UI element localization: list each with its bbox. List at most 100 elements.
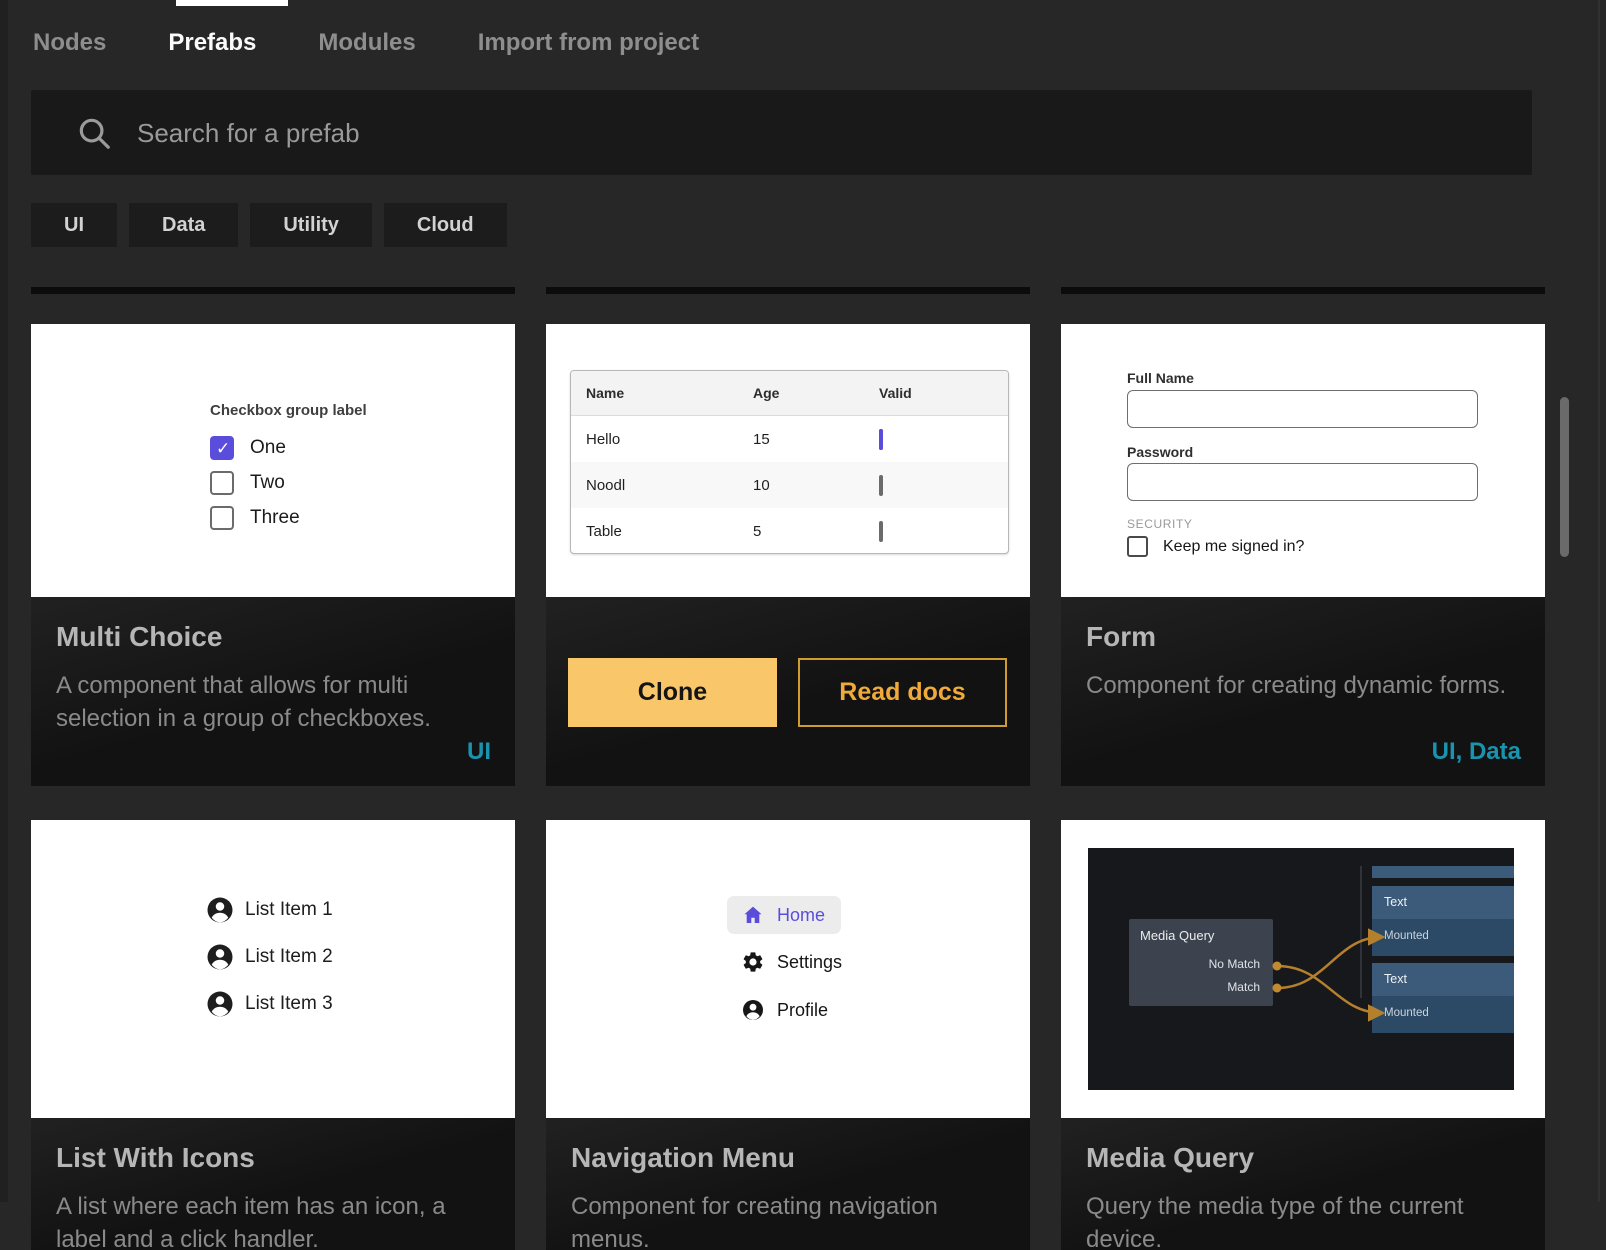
- preview-table: Name Age Valid Hello 15 Noodl 10 Table 5: [570, 370, 1009, 554]
- tab-import-from-project[interactable]: Import from project: [478, 29, 699, 57]
- nav-item-home[interactable]: Home: [727, 896, 841, 934]
- prefab-card-form[interactable]: Full Name Password SECURITY Keep me sign…: [1061, 324, 1545, 786]
- list-item: List Item 2: [205, 942, 333, 972]
- nav-item-settings[interactable]: Settings: [741, 949, 842, 975]
- checkbox-option-label: One: [250, 437, 286, 459]
- checkbox-checked[interactable]: [879, 429, 883, 450]
- prefab-card-navigation-menu[interactable]: Home Settings Profile Navigation Menu Co…: [546, 820, 1030, 1250]
- card-description-clipped: Query the media type of the current devi…: [1086, 1190, 1522, 1250]
- cell-name: Hello: [586, 431, 620, 448]
- form-preview: Full Name Password SECURITY Keep me sign…: [1061, 324, 1545, 597]
- cell-age: 5: [753, 523, 761, 540]
- checkbox-checked[interactable]: [210, 436, 234, 460]
- table-row: Noodl 10: [571, 462, 1008, 508]
- left-edge-strip: [0, 0, 8, 1202]
- nav-item-profile[interactable]: Profile: [741, 997, 828, 1023]
- text-node-header: Text: [1372, 886, 1514, 919]
- card-description: A component that allows for multi select…: [56, 669, 492, 735]
- table-row: Hello 15: [571, 416, 1008, 462]
- card-title: Multi Choice: [56, 621, 222, 653]
- checkbox-option-label: Three: [250, 507, 300, 529]
- table-header-age: Age: [753, 385, 779, 401]
- card-info-panel: Multi Choice A component that allows for…: [31, 597, 515, 786]
- cell-valid: [879, 477, 883, 494]
- checkbox-unchecked[interactable]: [879, 521, 883, 542]
- read-docs-button[interactable]: Read docs: [798, 658, 1007, 727]
- prefab-card-media-query[interactable]: Media Query No Match Match Text Mounted …: [1061, 820, 1545, 1250]
- node-title: Media Query: [1140, 928, 1214, 943]
- previous-card-bottom-edge: [1061, 287, 1545, 294]
- mounted-port-row: Mounted: [1372, 919, 1514, 956]
- right-edge-seam: [1598, 0, 1600, 1202]
- tab-nodes[interactable]: Nodes: [33, 29, 106, 57]
- filter-chip-data[interactable]: Data: [129, 203, 238, 247]
- password-input[interactable]: [1127, 463, 1478, 501]
- filter-chip-utility[interactable]: Utility: [250, 203, 372, 247]
- card-title: Media Query: [1086, 1142, 1254, 1174]
- card-tags: UI, Data: [1432, 738, 1521, 766]
- checkbox-unchecked[interactable]: [210, 471, 234, 495]
- checkbox-option-three[interactable]: Three: [210, 505, 300, 531]
- text-node-header: Text: [1372, 963, 1514, 996]
- cell-age: 15: [753, 431, 770, 448]
- prefab-card-multi-choice[interactable]: Checkbox group label One Two Three Multi…: [31, 324, 515, 786]
- card-description: Component for creating dynamic forms.: [1086, 669, 1522, 702]
- card-info-panel: Form Component for creating dynamic form…: [1061, 597, 1545, 786]
- card-title: List With Icons: [56, 1142, 255, 1174]
- password-label: Password: [1127, 444, 1193, 460]
- output-match: Match: [1227, 980, 1260, 994]
- checkbox-unchecked[interactable]: [210, 506, 234, 530]
- card-hover-actions: Clone Read docs: [546, 597, 1030, 786]
- card-title: Form: [1086, 621, 1156, 653]
- list-item: List Item 1: [205, 895, 333, 925]
- card-info-panel: Navigation Menu Component for creating n…: [546, 1118, 1030, 1250]
- media-query-preview: Media Query No Match Match Text Mounted …: [1061, 820, 1545, 1118]
- node-title: Text: [1384, 895, 1407, 909]
- partial-node-edge: [1372, 866, 1514, 878]
- node-graph-image: Media Query No Match Match Text Mounted …: [1088, 848, 1514, 1090]
- search-input[interactable]: [135, 90, 1519, 177]
- nav-item-label: Home: [777, 905, 825, 926]
- keep-signed-in-row[interactable]: Keep me signed in?: [1127, 536, 1304, 557]
- table-preview: Name Age Valid Hello 15 Noodl 10 Table 5: [546, 324, 1030, 597]
- card-title: Navigation Menu: [571, 1142, 795, 1174]
- checkbox-group-label: Checkbox group label: [210, 402, 367, 419]
- keep-signed-in-label: Keep me signed in?: [1163, 538, 1304, 556]
- checkbox-option-two[interactable]: Two: [210, 470, 285, 496]
- tab-prefabs[interactable]: Prefabs: [168, 29, 256, 57]
- prefab-search-bar[interactable]: [31, 90, 1532, 175]
- table-header-valid: Valid: [879, 385, 912, 401]
- node-title: Text: [1384, 972, 1407, 986]
- cell-name: Table: [586, 523, 622, 540]
- card-description-clipped: Component for creating navigation menus.: [571, 1190, 1007, 1250]
- filter-chip-cloud[interactable]: Cloud: [384, 203, 507, 247]
- clone-button[interactable]: Clone: [568, 658, 777, 727]
- cell-valid: [879, 431, 883, 448]
- full-name-label: Full Name: [1127, 370, 1194, 386]
- checkbox-unchecked[interactable]: [1127, 536, 1148, 557]
- checkbox-option-one[interactable]: One: [210, 435, 286, 461]
- prefab-card-list-with-icons[interactable]: List Item 1 List Item 2 List Item 3 List…: [31, 820, 515, 1250]
- output-no-match: No Match: [1209, 957, 1260, 971]
- table-header-row: Name Age Valid: [571, 371, 1008, 416]
- list-item-label: List Item 2: [245, 946, 333, 968]
- checkbox-unchecked[interactable]: [879, 475, 883, 496]
- cell-valid: [879, 523, 883, 540]
- gear-icon: [741, 950, 765, 974]
- table-row: Table 5: [571, 508, 1008, 554]
- previous-card-bottom-edge: [546, 287, 1030, 294]
- vertical-scrollbar-thumb[interactable]: [1560, 397, 1569, 557]
- prefab-card-table[interactable]: Name Age Valid Hello 15 Noodl 10 Table 5…: [546, 324, 1030, 786]
- cell-name: Noodl: [586, 477, 625, 494]
- person-icon: [205, 989, 235, 1019]
- nav-item-label: Settings: [777, 952, 842, 973]
- full-name-input[interactable]: [1127, 390, 1478, 428]
- person-icon: [741, 998, 765, 1022]
- filter-chip-ui[interactable]: UI: [31, 203, 117, 247]
- media-query-node: Media Query No Match Match: [1129, 919, 1273, 1006]
- top-tab-bar: Nodes Prefabs Modules Import from projec…: [0, 0, 1606, 85]
- tab-modules[interactable]: Modules: [318, 29, 415, 57]
- person-icon: [205, 895, 235, 925]
- table-header-name: Name: [586, 385, 624, 401]
- multi-choice-preview: Checkbox group label One Two Three: [31, 324, 515, 597]
